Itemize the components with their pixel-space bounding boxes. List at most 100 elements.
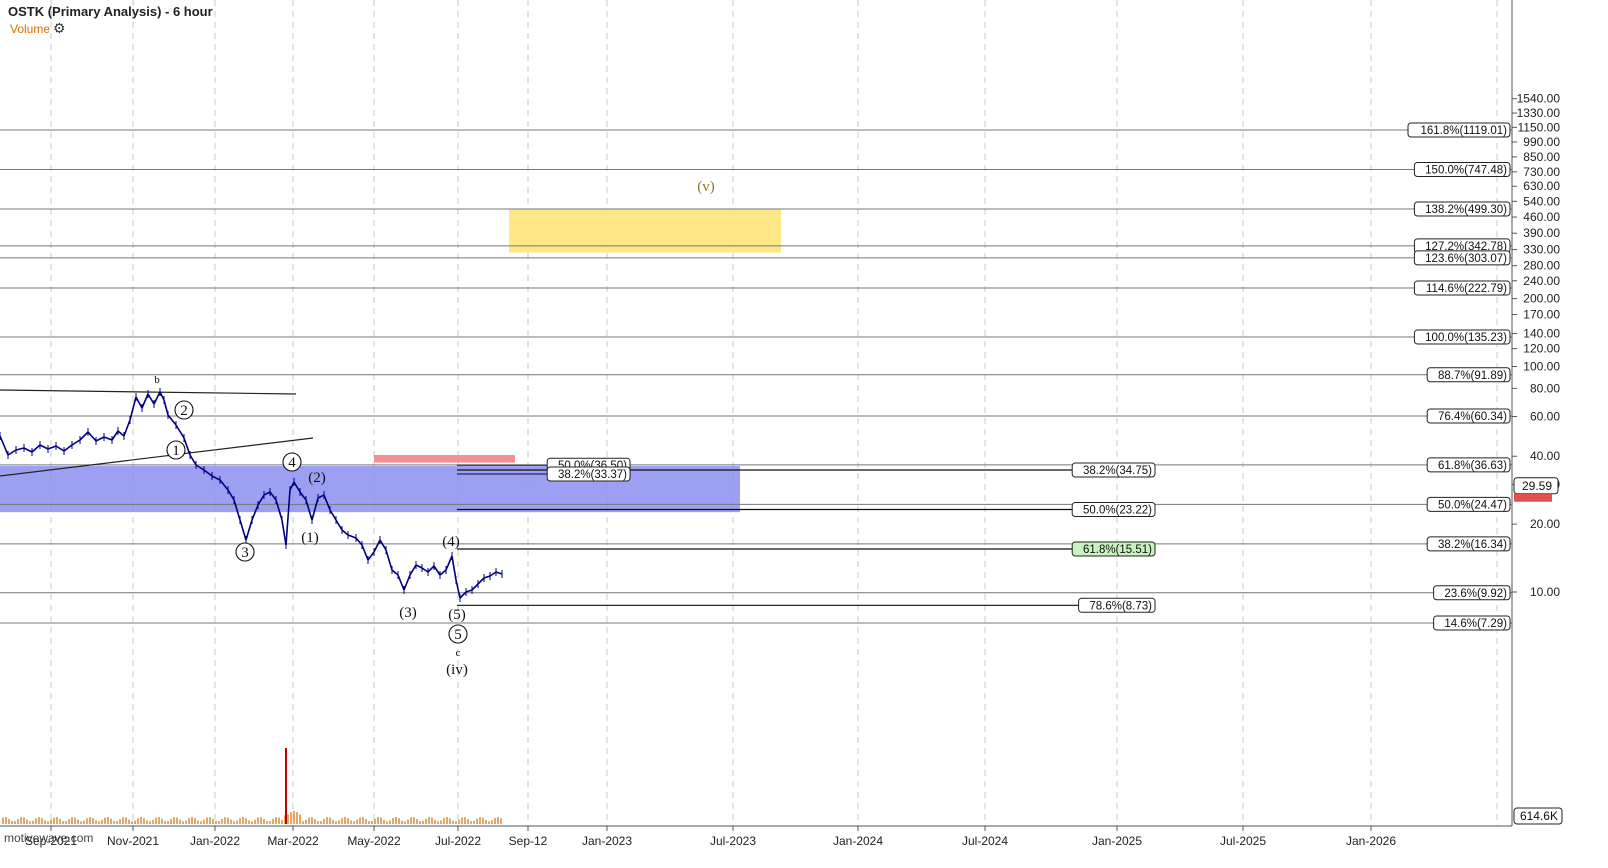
volume-bar xyxy=(200,821,202,824)
y-tick-label: 850.00 xyxy=(1523,150,1560,164)
price-segment xyxy=(465,589,473,593)
volume-bar xyxy=(359,817,361,824)
volume-bar xyxy=(20,817,22,824)
price-segment xyxy=(245,519,253,541)
volume-bar xyxy=(386,821,388,824)
volume-bar xyxy=(290,812,292,824)
volume-bar xyxy=(170,818,172,824)
y-tick-label: 170.00 xyxy=(1523,308,1560,322)
price-segment xyxy=(409,564,417,576)
fib-label: 76.4%(60.34) xyxy=(1438,411,1507,423)
volume-bar xyxy=(398,818,400,824)
wave-label: b xyxy=(154,374,160,386)
x-tick-label: Nov-2021 xyxy=(107,834,159,848)
price-segment xyxy=(347,534,357,539)
volume-bar xyxy=(464,817,466,824)
volume-bar xyxy=(164,820,166,824)
volume-bar xyxy=(251,821,253,824)
volume-bar xyxy=(434,819,436,824)
volume-bar xyxy=(374,818,376,824)
volume-bar xyxy=(449,818,451,824)
last-price-label: 29.59 xyxy=(1522,479,1552,493)
volume-bar xyxy=(179,819,181,824)
volume-bar xyxy=(347,818,349,824)
volume-bar xyxy=(92,818,94,824)
volume-bar xyxy=(257,817,259,824)
volume-bar xyxy=(407,819,409,824)
x-tick-label: Jul-2024 xyxy=(962,834,1008,848)
volume-bar xyxy=(389,820,391,824)
x-tick-label: Jul-2022 xyxy=(435,834,481,848)
volume-label[interactable]: Volume xyxy=(10,22,50,36)
y-tick-label: 1330.00 xyxy=(1517,106,1561,120)
volume-bar xyxy=(497,816,499,824)
volume-bar xyxy=(242,816,244,824)
y-tick-label: 540.00 xyxy=(1523,194,1560,208)
fib-label-mid: 61.8%(15.51) xyxy=(1083,544,1152,556)
volume-bar xyxy=(383,819,385,824)
volume-bar xyxy=(233,821,235,824)
price-segment xyxy=(147,393,155,405)
volume-bar xyxy=(134,820,136,824)
volume-bar xyxy=(146,820,148,824)
volume-bar xyxy=(119,819,121,824)
y-tick-label: 120.00 xyxy=(1523,342,1560,356)
volume-bar xyxy=(176,817,178,824)
volume-bar xyxy=(482,817,484,824)
volume-bar xyxy=(140,816,142,824)
volume-bar xyxy=(362,817,364,824)
volume-bar xyxy=(158,817,160,824)
volume-bar xyxy=(467,819,469,824)
volume-bar xyxy=(473,820,475,824)
volume-bar xyxy=(194,818,196,824)
last-price-bar xyxy=(1514,493,1552,502)
volume-bar xyxy=(500,818,502,824)
volume-bar xyxy=(332,819,334,824)
volume-bar xyxy=(323,818,325,824)
volume-bar xyxy=(41,818,43,824)
wave-label: (4) xyxy=(442,534,460,550)
volume-bar xyxy=(230,819,232,824)
price-segment xyxy=(427,565,435,573)
volume-bar xyxy=(458,819,460,824)
price-segment xyxy=(7,449,17,456)
volume-bar xyxy=(479,817,481,824)
volume-bar xyxy=(431,817,433,824)
fib-label: 138.2%(499.30) xyxy=(1425,204,1507,216)
volume-bar xyxy=(215,821,217,824)
fib-label: 123.6%(303.07) xyxy=(1425,253,1507,265)
price-segment xyxy=(483,575,491,579)
price-segment xyxy=(117,430,125,437)
volume-bar xyxy=(380,817,382,824)
volume-bar xyxy=(14,821,16,824)
resistance-zone xyxy=(374,455,515,463)
volume-bar xyxy=(98,821,100,824)
watermark: motivewave.com xyxy=(4,831,94,845)
volume-bar xyxy=(182,821,184,824)
price-segment xyxy=(23,447,33,453)
price-segment xyxy=(163,399,169,416)
volume-bar xyxy=(371,820,373,824)
fib-label-near: 38.2%(33.37) xyxy=(558,469,627,481)
volume-bar xyxy=(263,818,265,824)
volume-bar xyxy=(2,817,4,824)
volume-bar xyxy=(212,818,214,824)
fib-label: 23.6%(9.92) xyxy=(1444,588,1507,600)
volume-bar xyxy=(446,816,448,824)
volume-bar xyxy=(125,817,127,824)
wave-label: 1 xyxy=(172,443,180,459)
volume-bar xyxy=(365,819,367,824)
volume-bar xyxy=(476,818,478,824)
volume-bar xyxy=(50,819,52,824)
volume-bar xyxy=(437,821,439,824)
y-tick-label: 40.00 xyxy=(1530,449,1560,463)
price-segment xyxy=(421,567,429,573)
volume-bar xyxy=(17,819,19,824)
price-segment xyxy=(95,436,105,442)
y-tick-label: 200.00 xyxy=(1523,292,1560,306)
volume-bar xyxy=(128,819,130,824)
volume-bar xyxy=(413,817,415,824)
gear-icon[interactable]: ⚙ xyxy=(53,20,66,37)
volume-bar xyxy=(353,821,355,824)
volume-bar xyxy=(152,819,154,824)
